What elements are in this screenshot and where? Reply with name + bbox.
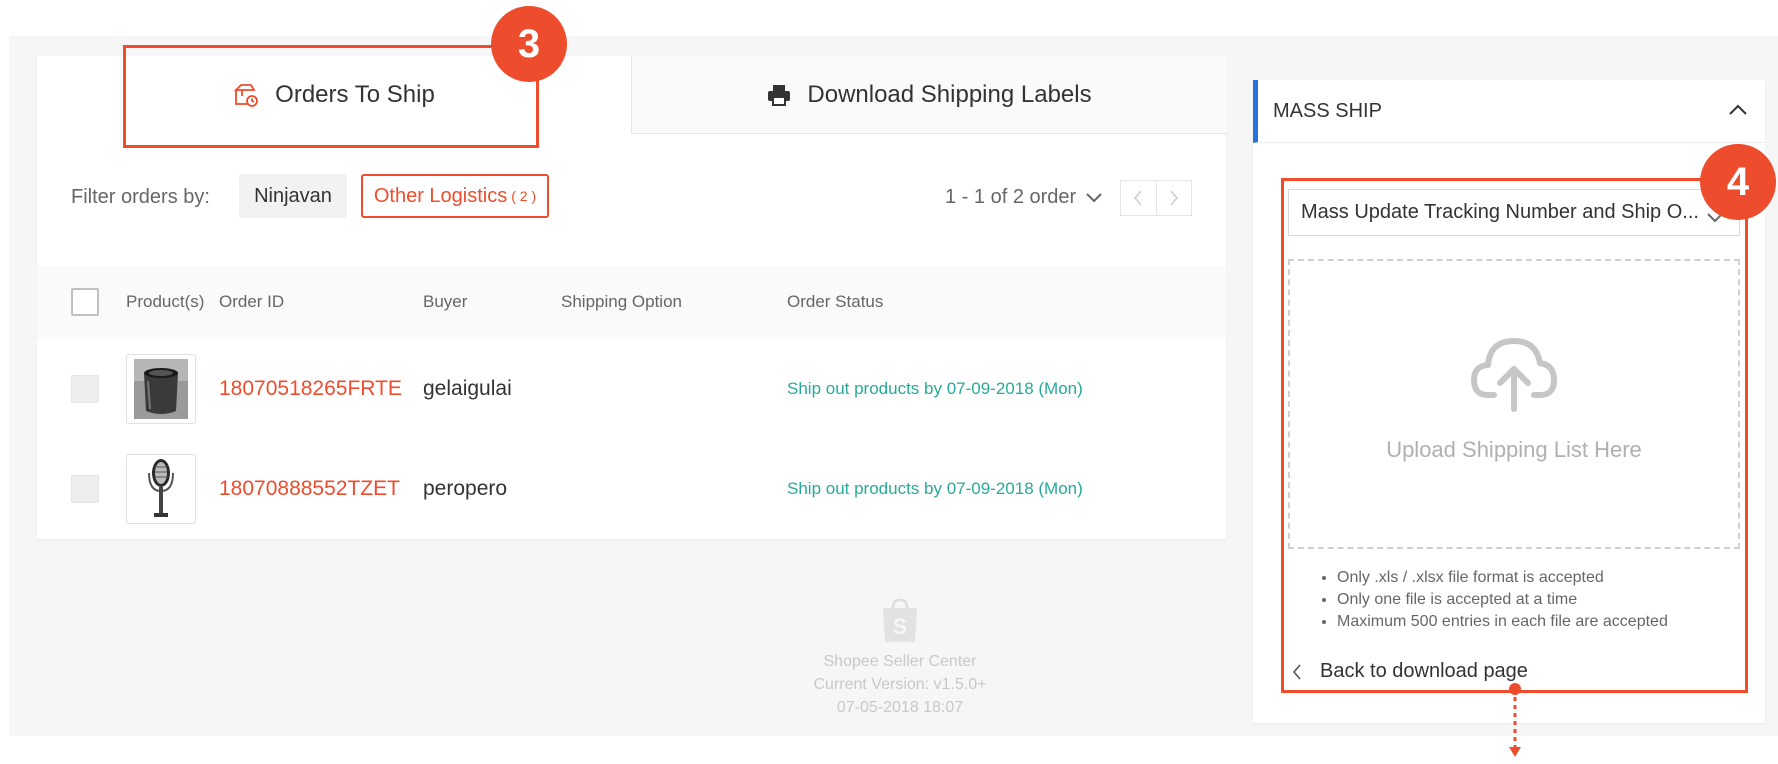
highlight-mass-ship: [1281, 178, 1748, 693]
header-products: Product(s): [126, 292, 205, 311]
tab-download-shipping-labels[interactable]: Download Shipping Labels: [631, 56, 1227, 134]
filter-ninjavan-label: Ninjavan: [254, 184, 332, 207]
order-id-link[interactable]: 18070888552TZET: [219, 477, 400, 501]
speaker-image: [134, 359, 188, 419]
pagination-text: 1 - 1 of 2 order: [945, 186, 1077, 208]
header-order-status: Order Status: [787, 292, 884, 311]
footer-date: 07-05-2018 18:07: [836, 699, 964, 716]
order-status: Ship out products by 07-09-2018 (Mon): [787, 479, 1083, 498]
step-badge-3: 3: [491, 6, 567, 82]
shopee-bag-icon: S: [700, 598, 1100, 644]
dotted-arrow-icon: [1509, 683, 1521, 757]
buyer-name: gelaigulai: [423, 377, 512, 400]
header-order-id: Order ID: [219, 292, 285, 311]
select-all-checkbox[interactable]: [71, 288, 99, 316]
microphone-image: [148, 459, 174, 517]
filter-ninjavan[interactable]: Ninjavan: [239, 174, 347, 218]
buyer-name: peropero: [423, 477, 508, 500]
mass-ship-title: MASS SHIP: [1273, 100, 1382, 122]
row-checkbox[interactable]: [71, 375, 99, 403]
chevron-right-icon: [1170, 190, 1178, 206]
order-id-link[interactable]: 18070518265FRTE: [219, 377, 402, 401]
mass-ship-header[interactable]: MASS SHIP: [1253, 80, 1765, 143]
step-badge-4: 4: [1700, 144, 1776, 220]
pagination-dropdown[interactable]: 1 - 1 of 2 order: [945, 186, 1102, 209]
filter-other-logistics[interactable]: Other Logistics ( 2 ): [361, 174, 549, 218]
filter-row: Filter orders by: Ninjavan Other Logisti…: [37, 166, 1226, 226]
svg-text:S: S: [893, 614, 908, 639]
product-thumbnail[interactable]: [126, 454, 196, 524]
prev-page-button[interactable]: [1121, 181, 1156, 215]
pager-buttons: [1120, 180, 1192, 216]
chevron-up-icon[interactable]: [1729, 102, 1747, 120]
footer-version: Current Version: v1.5.0+: [813, 676, 987, 693]
tab-download-label: Download Shipping Labels: [807, 80, 1092, 108]
order-status: Ship out products by 07-09-2018 (Mon): [787, 379, 1083, 398]
chevron-down-icon: [1086, 192, 1102, 203]
filter-other-count: ( 2 ): [511, 188, 537, 204]
next-page-button[interactable]: [1155, 181, 1192, 215]
table-header: Product(s) Order ID Buyer Shipping Optio…: [37, 266, 1226, 339]
highlight-orders-to-ship: [123, 45, 539, 148]
filter-label: Filter orders by:: [71, 186, 210, 208]
table-row: 18070518265FRTE gelaigulai Ship out prod…: [37, 339, 1226, 440]
footer: S Shopee Seller Center Current Version: …: [700, 598, 1100, 719]
header-buyer: Buyer: [423, 292, 468, 311]
product-thumbnail[interactable]: [126, 354, 196, 424]
printer-icon: [767, 84, 791, 106]
row-checkbox[interactable]: [71, 475, 99, 503]
chevron-left-icon: [1134, 190, 1142, 206]
filter-other-label: Other Logistics: [373, 184, 508, 207]
table-row: 18070888552TZET peropero Ship out produc…: [37, 439, 1226, 539]
header-shipping-option: Shipping Option: [561, 292, 682, 311]
footer-name: Shopee Seller Center: [823, 653, 977, 670]
